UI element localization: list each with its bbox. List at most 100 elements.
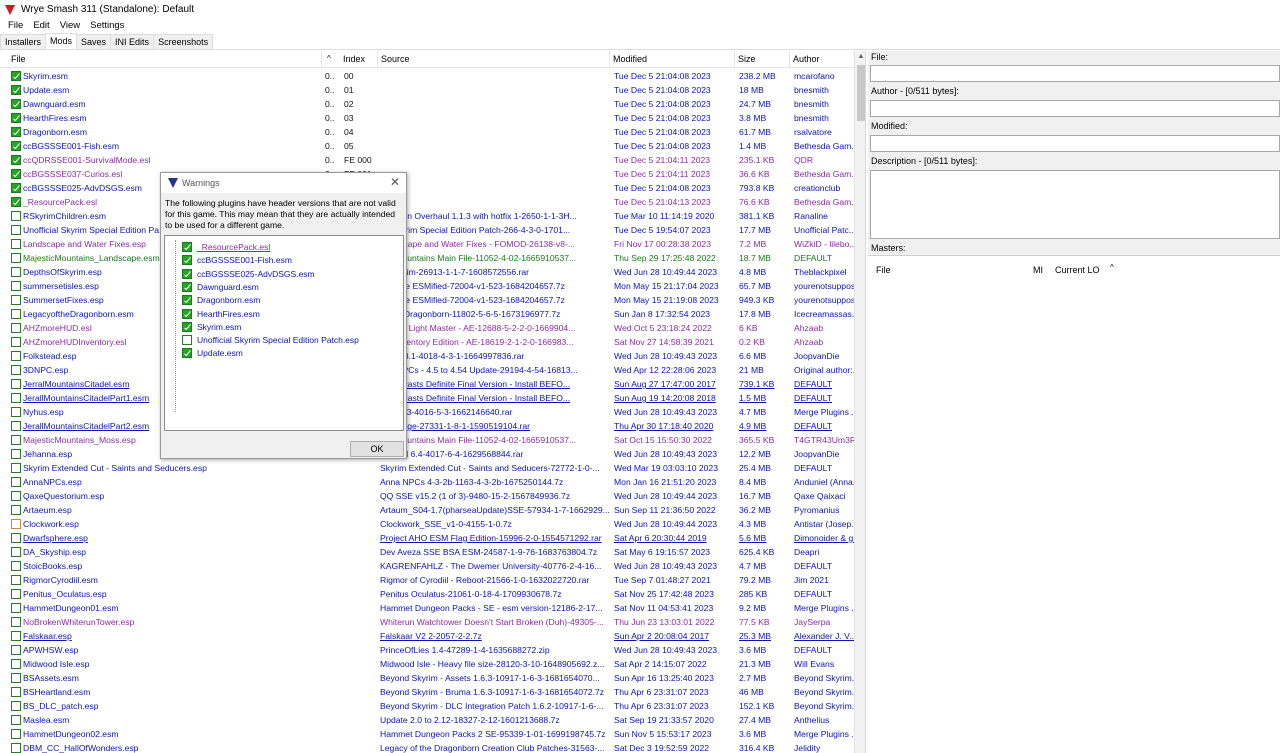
plugin-checkbox[interactable] — [182, 295, 192, 306]
mod-checkbox[interactable] — [11, 631, 21, 641]
table-row[interactable]: Unofficial Skyrim Special Edition Pa... i… — [0, 223, 854, 237]
table-row[interactable]: BS_DLC_patch.esp Beyond Skyrim - DLC Inte… — [0, 699, 854, 713]
masters-column-current-lo[interactable]: Current LO — [1049, 262, 1109, 278]
mod-checkbox[interactable] — [11, 519, 21, 529]
table-row[interactable]: JerallMountainsCitadelPart1.esm of Outcas… — [0, 391, 854, 405]
mod-checkbox[interactable] — [11, 659, 21, 669]
mod-checkbox[interactable] — [11, 267, 21, 277]
table-row[interactable]: BSAssets.esm Beyond Skyrim - Assets 1.6.3… — [0, 671, 854, 685]
table-row[interactable]: StoicBooks.esp KAGRENFAHLZ - The Dwemer U… — [0, 559, 854, 573]
mod-checkbox[interactable] — [11, 743, 21, 753]
plugin-checkbox[interactable] — [182, 348, 192, 359]
mod-checkbox[interactable] — [11, 505, 21, 515]
table-row[interactable]: MajesticMountains_Moss.esp stic Mountains… — [0, 433, 854, 447]
table-row[interactable]: SummersetFixes.esp rset Isle ESMified-720… — [0, 293, 854, 307]
table-row[interactable]: DA_Skyship.esp Dev Aveza SSE BSA ESM-2458… — [0, 545, 854, 559]
mod-checkbox[interactable] — [11, 603, 21, 613]
table-row[interactable]: Skyrim.esm 0.. 00 Tue Dec 5 21:04:08 2023 23… — [0, 69, 854, 83]
table-row[interactable]: ccBGSSSE037-Curios.esl0..FE 001Tue Dec 5… — [0, 167, 854, 181]
mod-checkbox[interactable] — [11, 715, 21, 725]
mod-checkbox[interactable] — [11, 239, 21, 249]
plugin-checkbox[interactable] — [182, 242, 192, 252]
mod-checkbox[interactable] — [11, 99, 21, 109]
mod-checkbox[interactable] — [11, 225, 21, 235]
mod-checkbox[interactable] — [11, 421, 21, 431]
scroll-up-icon[interactable]: ▲ — [855, 51, 865, 63]
mod-checkbox[interactable] — [11, 687, 21, 697]
table-row[interactable]: summersetisles.esp rset Isle ESMified-720… — [0, 279, 854, 293]
plugin-checkbox[interactable] — [182, 281, 192, 292]
mod-checkbox[interactable] — [11, 253, 21, 263]
table-row[interactable]: ccQDRSSE001-SurvivalMode.esl 0.. FE 000 Tue… — [0, 153, 854, 167]
mod-checkbox[interactable] — [11, 281, 21, 291]
plugin-checkbox[interactable] — [182, 335, 192, 346]
mod-checkbox[interactable] — [11, 491, 21, 501]
column-file[interactable]: File — [8, 51, 322, 68]
table-row[interactable]: Clockwork.esp Clockwork_SSE_v1-0-4155-1-0… — [0, 517, 854, 531]
mod-checkbox[interactable] — [11, 197, 21, 207]
table-row[interactable]: DBM_CC_HallOfWonders.esp Legacy of the Dr… — [0, 741, 854, 753]
table-row[interactable]: HammetDungeon01.esm Hammet Dungeon Packs … — [0, 601, 854, 615]
table-row[interactable]: LegacyoftheDragonborn.esm of the Dragonbo… — [0, 307, 854, 321]
plugin-checkbox[interactable] — [182, 268, 192, 279]
mod-checkbox[interactable] — [11, 127, 21, 137]
table-row[interactable]: AHZmoreHUDInventory.esl UD Inventory Edit… — [0, 335, 854, 349]
menu-edit[interactable]: Edit — [28, 20, 54, 31]
mod-checkbox[interactable] — [11, 211, 21, 221]
table-row[interactable]: Artaeum.esp Artaum_S04-1.7(pharseaUpdate)… — [0, 503, 854, 517]
description-field[interactable] — [870, 170, 1280, 239]
table-row[interactable]: AnnaNPCs.esp Anna NPCs 4-3-2b-1163-4-3-2b… — [0, 475, 854, 489]
plugin-checkbox[interactable] — [182, 308, 192, 319]
modified-field[interactable] — [870, 135, 1280, 152]
table-row[interactable]: HammetDungeon02.esm Hammet Dungeon Packs … — [0, 727, 854, 741]
mod-checkbox[interactable] — [11, 337, 21, 347]
menu-view[interactable]: View — [55, 20, 85, 31]
mod-checkbox[interactable] — [11, 533, 21, 543]
mod-checkbox[interactable] — [11, 155, 21, 165]
mod-checkbox[interactable] — [11, 407, 21, 417]
table-row[interactable]: Falskaar.esp Falskaar V2 2-2057-2-2.7z Sun… — [0, 629, 854, 643]
table-row[interactable]: ccBGSSSE001-Fish.esm 0.. 05 Tue Dec 5 21:04… — [0, 139, 854, 153]
mod-checkbox[interactable] — [11, 323, 21, 333]
mod-checkbox[interactable] — [11, 617, 21, 627]
table-row[interactable]: 3DNPC.esp ting NPCs - 4.5 to 4.54 Update-… — [0, 363, 854, 377]
table-row[interactable]: Nyhus.esp SSE 5.3-4016-5-3-1662146640.rar… — [0, 405, 854, 419]
mod-checkbox[interactable] — [11, 449, 21, 459]
column-source[interactable]: Source — [378, 51, 610, 68]
mod-checkbox[interactable] — [11, 85, 21, 95]
table-row[interactable]: RigmorCyrodiil.esm Rigmor of Cyrodiil - R… — [0, 573, 854, 587]
mod-checkbox[interactable] — [11, 351, 21, 361]
masters-column-mi[interactable]: MI — [1027, 262, 1049, 278]
table-row[interactable]: Midwood Isle.esp Midwood Isle - Heavy fil… — [0, 657, 854, 671]
table-row[interactable]: JerallMountainsCitadelPart2.esm st Refuge… — [0, 419, 854, 433]
column-author[interactable]: Author — [790, 51, 854, 68]
tab-screenshots[interactable]: Screenshots — [153, 34, 214, 49]
mod-checkbox[interactable] — [11, 393, 21, 403]
mod-checkbox[interactable] — [11, 673, 21, 683]
table-row[interactable]: APWHSW.esp PrinceOfLies 1.4-47289-1-4-163… — [0, 643, 854, 657]
table-row[interactable]: DepthsOfSkyrim.esp of Skyrim-26913-1-1-7-… — [0, 265, 854, 279]
mod-checkbox[interactable] — [11, 379, 21, 389]
table-row[interactable]: Update.esm 0.. 01 Tue Dec 5 21:04:08 2023 18… — [0, 83, 854, 97]
mod-checkbox[interactable] — [11, 169, 21, 179]
table-row[interactable]: NoBrokenWhiterunTower.esp Whiterun Watcht… — [0, 615, 854, 629]
table-row[interactable]: Landscape and Water Fixes.esp Landscape a… — [0, 237, 854, 251]
plugin-checkbox[interactable] — [182, 255, 192, 266]
column-modified[interactable]: Modified — [610, 51, 735, 68]
table-row[interactable]: Skyrim Extended Cut - Saints and Seducer… — [0, 461, 854, 475]
tab-mods[interactable]: Mods — [45, 33, 78, 49]
mod-checkbox[interactable] — [11, 477, 21, 487]
mod-checkbox[interactable] — [11, 141, 21, 151]
mod-checkbox[interactable] — [11, 71, 21, 81]
table-row[interactable]: Folkstead.esp ead 4.3.1-4018-4-3-1-166499… — [0, 349, 854, 363]
mod-checkbox[interactable] — [11, 561, 21, 571]
table-row[interactable]: Maslea.esm Update 2.0 to 2.12-18327-2-12-… — [0, 713, 854, 727]
mod-checkbox[interactable] — [11, 365, 21, 375]
mod-checkbox[interactable] — [11, 575, 21, 585]
menu-file[interactable]: File — [0, 20, 28, 31]
tab-saves[interactable]: Saves — [76, 34, 112, 49]
author-field[interactable] — [870, 100, 1280, 117]
mod-checkbox[interactable] — [11, 435, 21, 445]
table-row[interactable]: Dwarfsphere.esp Project AHO ESM Flag Edit… — [0, 531, 854, 545]
mod-checkbox[interactable] — [11, 183, 21, 193]
